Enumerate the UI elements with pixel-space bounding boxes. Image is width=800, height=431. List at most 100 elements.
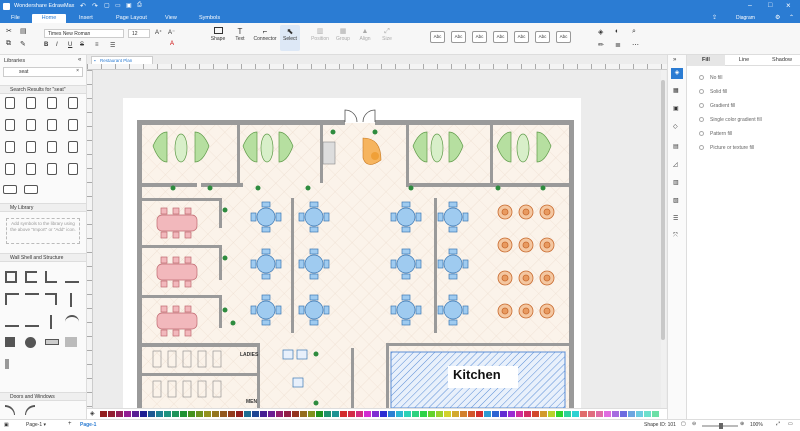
underline-icon[interactable]: U [68,42,72,48]
bold-icon[interactable]: B [44,42,48,48]
doors-windows-header[interactable]: Doors and Windows [0,392,86,401]
italic-icon[interactable]: I [56,42,58,48]
color-swatch[interactable] [100,411,107,417]
color-swatch[interactable] [556,411,563,417]
wall-symbol[interactable] [45,339,59,345]
color-swatch[interactable] [420,411,427,417]
seat-symbol[interactable] [26,119,36,131]
color-swatch[interactable] [212,411,219,417]
color-swatch[interactable] [172,411,179,417]
open-icon[interactable]: ▭ [115,2,121,9]
seat-symbol[interactable] [47,97,57,109]
color-swatch[interactable] [316,411,323,417]
align-icon[interactable]: ≡ [95,42,99,48]
font-shrink-icon[interactable]: A⁻ [168,29,175,36]
color-swatch[interactable] [108,411,115,417]
wall-symbol[interactable] [50,315,52,329]
style-swatch-3[interactable]: Abc [472,31,487,43]
list-panel-icon[interactable]: ☰ [673,215,678,222]
color-swatch[interactable] [636,411,643,417]
scrollbar-thumb[interactable] [661,80,665,340]
color-swatch[interactable] [188,411,195,417]
color-swatch[interactable] [620,411,627,417]
menu-file[interactable]: File [5,14,26,23]
color-swatch[interactable] [532,411,539,417]
color-swatch[interactable] [308,411,315,417]
color-swatch[interactable] [484,411,491,417]
fill-icon[interactable]: ◈ [598,28,603,36]
zoom-slider-thumb[interactable] [719,423,723,429]
window-close-icon[interactable]: × [786,1,791,10]
menu-view[interactable]: View [159,14,183,23]
color-swatch[interactable] [572,411,579,417]
font-color-icon[interactable]: A [170,41,174,47]
fill-option-pattern[interactable]: Pattern fill [699,131,732,137]
color-swatch[interactable] [356,411,363,417]
document-tab[interactable]: ▪ Restaurant Plan [91,56,153,64]
color-swatch[interactable] [476,411,483,417]
seat-symbol[interactable] [47,163,57,175]
wall-shell-header[interactable]: Wall Shell and Structure [0,253,86,262]
canvas-area[interactable]: ▪ Restaurant Plan LADIES MEN Kitchen [87,55,667,408]
list-icon[interactable]: ☰ [110,42,115,49]
color-swatch[interactable] [628,411,635,417]
libraries-collapse-icon[interactable]: « [78,57,81,63]
page-tab[interactable]: Page-1 [80,422,96,428]
color-swatch[interactable] [260,411,267,417]
fill-option-picture[interactable]: Picture or texture fill [699,145,754,151]
fill-panel-icon[interactable]: ◈ [671,68,683,79]
color-swatch[interactable] [124,411,131,417]
color-swatch[interactable] [468,411,475,417]
undo-icon[interactable]: ↶ [80,2,86,10]
color-swatch[interactable] [644,411,651,417]
wall-symbol[interactable] [45,293,57,305]
strikethrough-icon[interactable]: S [80,42,84,48]
color-swatch[interactable] [460,411,467,417]
search-results-header[interactable]: Search Results for "seat" [0,85,86,94]
fill-bucket-icon[interactable]: ◈ [90,410,95,417]
font-size-select[interactable]: 12 [128,29,150,38]
align-button[interactable]: ▲ Align [355,27,375,42]
expand-panel-icon[interactable]: » [673,57,676,63]
color-swatch[interactable] [148,411,155,417]
color-swatch[interactable] [436,411,443,417]
seat-symbol[interactable] [26,141,36,153]
color-swatch[interactable] [324,411,331,417]
menu-page-layout[interactable]: Page Layout [110,14,153,23]
group-button[interactable]: ▦ Group [333,27,353,42]
size-button[interactable]: ⤢ Size [377,27,397,42]
shape-tool-button[interactable]: Shape [207,27,229,42]
copy-icon[interactable]: ⧉ [6,40,11,48]
menu-insert[interactable]: Insert [73,14,99,23]
wall-symbol[interactable] [5,293,19,305]
wall-symbol[interactable] [70,293,72,307]
paste-icon[interactable]: ▤ [20,27,27,35]
color-swatch[interactable] [284,411,291,417]
zoom-slider[interactable] [702,423,738,429]
color-swatch[interactable] [372,411,379,417]
color-swatch[interactable] [228,411,235,417]
sofa-symbol[interactable] [3,185,17,194]
font-grow-icon[interactable]: A⁺ [155,29,162,36]
new-icon[interactable]: ▢ [104,2,110,9]
sofa-symbol[interactable] [24,185,38,194]
print-icon[interactable]: ⎙ [137,2,142,9]
format-painter-icon[interactable]: ✎ [20,40,26,48]
fit-window-icon[interactable]: ▭ [788,421,793,427]
color-swatch[interactable] [524,411,531,417]
find-icon[interactable]: ⌕ [632,28,636,36]
color-swatch[interactable] [164,411,171,417]
cut-icon[interactable]: ✂ [6,27,12,35]
attachment-icon[interactable]: ▧ [673,197,679,204]
color-swatch[interactable] [244,411,251,417]
line-style-icon[interactable]: ≣ [615,41,621,49]
more-icon[interactable]: ⋯ [632,41,639,49]
style-swatch-1[interactable]: Abc [430,31,445,43]
color-swatch[interactable] [348,411,355,417]
share-icon[interactable]: ⇪ [712,14,717,21]
wall-symbol[interactable] [5,359,9,369]
search-close-icon[interactable]: × [76,68,79,74]
color-swatch[interactable] [492,411,499,417]
tab-line[interactable]: Line [725,55,763,66]
color-swatch[interactable] [140,411,147,417]
